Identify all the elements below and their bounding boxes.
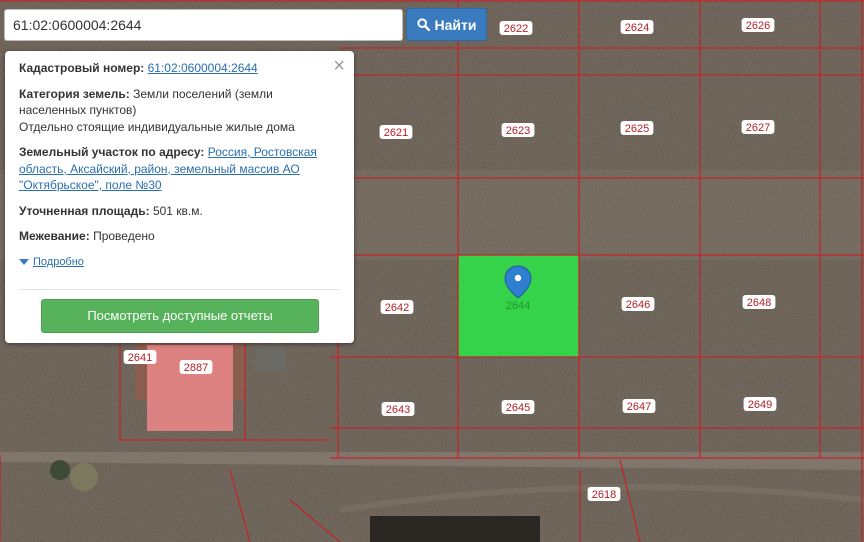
popup-divider: [19, 289, 340, 290]
parcel-label-text: 2618: [592, 489, 616, 501]
parcel-label-2625[interactable]: 2625: [620, 121, 654, 135]
parcel-label-2645[interactable]: 2645: [501, 400, 535, 414]
parcel-label-text: 2887: [184, 362, 208, 374]
category-label: Категория земель:: [19, 86, 130, 101]
category-row: Категория земель: Земли поселений (земли…: [19, 86, 340, 136]
search-input[interactable]: [4, 9, 403, 41]
parcel-label-text: 2622: [504, 23, 528, 35]
view-reports-button[interactable]: Посмотреть доступные отчеты: [41, 299, 319, 333]
parcel-label-text: 2648: [747, 297, 771, 309]
parcel-label-text: 2626: [746, 20, 770, 32]
parcel-label-2624[interactable]: 2624: [620, 20, 654, 34]
parcel-label-text: 2624: [625, 22, 649, 34]
category-use: Отдельно стоящие индивидуальные жилые до…: [19, 119, 295, 134]
parcel-label-text: 2646: [626, 299, 650, 311]
parcel-label-2642[interactable]: 2642: [380, 300, 414, 314]
parcel-label-2641[interactable]: 2641: [123, 350, 157, 364]
parcel-label-2649[interactable]: 2649: [743, 397, 777, 411]
parcel-label-2621[interactable]: 2621: [379, 125, 413, 139]
area-row: Уточненная площадь: 501 кв.м.: [19, 203, 340, 220]
address-label: Земельный участок по адресу:: [19, 145, 205, 159]
parcel-label-2626[interactable]: 2626: [741, 18, 775, 32]
search-button-label: Найти: [434, 16, 477, 33]
survey-value: Проведено: [93, 229, 155, 243]
address-row: Земельный участок по адресу: Россия, Рос…: [19, 144, 340, 194]
parcel-label-2647[interactable]: 2647: [622, 399, 656, 413]
search-icon: [416, 18, 430, 31]
parcel-label-text: 2641: [128, 352, 152, 364]
parcel-label-text: 2643: [386, 404, 410, 416]
parcel-label-text: 2647: [627, 401, 651, 413]
parcel-label-text: 2645: [506, 402, 530, 414]
parcel-label-2646[interactable]: 2646: [621, 297, 655, 311]
building-roof: [370, 516, 540, 542]
parcel-label-2643[interactable]: 2643: [381, 402, 415, 416]
cadastral-label: Кадастровый номер:: [19, 61, 145, 75]
parcel-info-popup: × Кадастровый номер: 61:02:0600004:2644 …: [5, 51, 354, 343]
parcel-label-2887[interactable]: 2887: [179, 360, 213, 374]
parcel-label-text: 2642: [385, 302, 409, 314]
area-label: Уточненная площадь:: [19, 203, 150, 218]
parcel-label-2618[interactable]: 2618: [587, 487, 621, 501]
area-value: 501 кв.м.: [152, 203, 203, 218]
search-button[interactable]: Найти: [406, 8, 487, 41]
details-link[interactable]: Подробно: [33, 254, 84, 271]
caret-down-icon: [19, 258, 29, 265]
parcel-label-text: 2621: [384, 127, 408, 139]
parcel-label-text: 2623: [506, 125, 530, 137]
tree-canopy: [50, 460, 70, 480]
parcel-label-2627[interactable]: 2627: [741, 120, 775, 134]
cadastral-number-link[interactable]: 61:02:0600004:2644: [148, 61, 258, 75]
building-parcel-fill: [147, 345, 233, 431]
location-pin-dot: [514, 274, 522, 282]
cadastral-row: Кадастровый номер: 61:02:0600004:2644: [19, 60, 340, 77]
parcel-label-text: 2644: [506, 300, 530, 312]
building-roof: [255, 345, 285, 371]
survey-label: Межевание:: [19, 229, 90, 243]
parcel-label-text: 2627: [746, 122, 770, 134]
parcel-label-2644[interactable]: 2644: [502, 298, 535, 312]
survey-row: Межевание: Проведено: [19, 228, 340, 245]
details-toggle[interactable]: Подробно: [19, 254, 340, 271]
close-icon[interactable]: ×: [333, 56, 345, 76]
tree-canopy: [70, 463, 98, 491]
parcel-label-text: 2625: [625, 123, 649, 135]
parcel-label-text: 2649: [748, 399, 772, 411]
parcel-label-2623[interactable]: 2623: [501, 123, 535, 137]
parcel-label-2648[interactable]: 2648: [742, 295, 776, 309]
parcel-label-2622[interactable]: 2622: [499, 21, 533, 35]
